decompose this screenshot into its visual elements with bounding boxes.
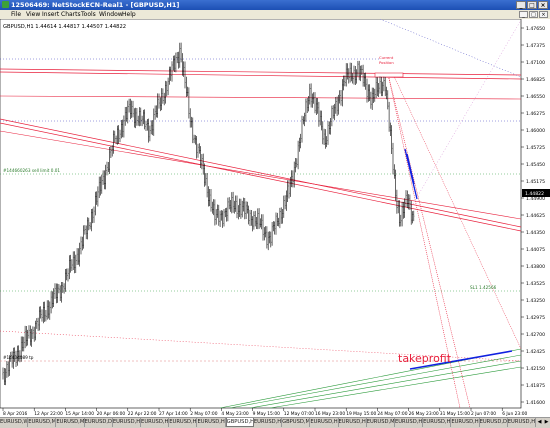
sell-limit-label: #144660263 sell limit 0.01 [3, 168, 60, 173]
price-label: 1.44075 [526, 247, 545, 253]
price-label: 1.41875 [526, 383, 545, 389]
price-label: 1.44350 [526, 230, 545, 236]
menu-file[interactable]: File [11, 11, 21, 18]
price-label: 1.42425 [526, 349, 545, 355]
chart-tab[interactable]: EURUSD,H1 [197, 418, 226, 427]
mdi-close-button[interactable]: × [539, 11, 548, 18]
current-price-label: 1.44822 [525, 191, 544, 197]
price-label: 1.43800 [526, 264, 545, 270]
menu-tools[interactable]: Tools [81, 11, 96, 18]
price-label: 1.47375 [526, 43, 545, 49]
price-label: 1.45175 [526, 179, 545, 185]
price-label: 1.43525 [526, 281, 545, 287]
order-text-bottom: Position [379, 60, 394, 65]
minimize-button[interactable]: _ [516, 1, 526, 9]
takeprofit-label: takeprofit [398, 352, 452, 365]
tab-scroll-right-icon[interactable]: ▶ [543, 418, 550, 427]
price-label: 1.47650 [526, 26, 545, 32]
chart-tab[interactable]: EURUSD,Daily [85, 418, 113, 427]
chart-tabs: EURUSD,WeeklyEURUSD,M15EURUSD,M30EURUSD,… [0, 417, 550, 428]
sl-label: SL1 1.42566 [470, 285, 497, 290]
chart-tab[interactable]: EURUSD,H1 [508, 418, 536, 427]
chart-tab[interactable]: EURUSD,M15 [28, 418, 57, 427]
chart-tab[interactable]: EURUSD,H1 [254, 418, 283, 427]
menu-help[interactable]: Help [122, 11, 136, 18]
chart-tab[interactable]: EURUSD,H1 [310, 418, 339, 427]
mdi-minimize-button[interactable]: _ [519, 11, 528, 18]
price-label: 1.41600 [526, 400, 545, 406]
maximize-button[interactable]: □ [527, 1, 537, 9]
menu-view[interactable]: View [26, 11, 40, 18]
price-label: 1.46825 [526, 77, 545, 83]
chart-tab[interactable]: EURUSD,H1 [169, 418, 198, 427]
chart-header: GBPUSD,H1 1.44614 1.44817 1.44507 1.4482… [3, 24, 126, 30]
price-label: 1.42150 [526, 366, 545, 372]
price-label: 1.42975 [526, 315, 545, 321]
chart-tab[interactable]: EURUSD,Weekly [0, 418, 29, 427]
chart-canvas[interactable]: GBPUSD,H1 1.44614 1.44817 1.44507 1.4482… [0, 19, 550, 417]
order-box [374, 72, 404, 78]
price-label: 1.45450 [526, 162, 545, 168]
close-button[interactable]: × [538, 1, 548, 9]
time-scale[interactable]: 8 Apr 2016 12 Apr 22:00 15 Apr 14:00 20 Apr… [2, 408, 528, 417]
window-title: 12506469: NetStockECN-Real1 - [GBPUSD,H1… [11, 1, 180, 9]
price-label: 1.42700 [526, 332, 545, 338]
menu-window[interactable]: Window [99, 11, 123, 18]
chart-tab[interactable]: GBPUSD,M30 [282, 418, 311, 427]
chart-tab[interactable]: EURUSD,M30 [56, 418, 85, 427]
price-label: 1.43250 [526, 298, 545, 304]
window-titlebar: 12506469: NetStockECN-Real1 - [GBPUSD,H1… [0, 0, 550, 10]
chart-tab[interactable]: EURUSD,M1 [367, 418, 395, 427]
chart-tab[interactable]: EURUSD,H1 [451, 418, 480, 427]
price-chart[interactable]: GBPUSD,H1 1.44614 1.44817 1.44507 1.4482… [0, 19, 550, 417]
price-label: 1.46275 [526, 111, 545, 117]
chart-tab[interactable]: EURUSD,H1 [141, 418, 170, 427]
price-label: 1.45725 [526, 145, 545, 151]
app-icon [2, 1, 9, 8]
chart-tab[interactable]: EURUSD,H1 [339, 418, 367, 427]
chart-tab[interactable]: EURUSD,Daily [480, 418, 508, 427]
price-scale[interactable]: 1.47650 1.47375 1.47100 1.46825 1.46550 1.462… [521, 26, 550, 406]
tab-scroll-left-icon[interactable]: ◀ [536, 418, 543, 427]
price-label: 1.46000 [526, 128, 545, 134]
chart-tab[interactable]: EURUSD,H1 [423, 418, 452, 427]
tp-line-label: #14434089 tp [3, 355, 34, 360]
mdi-restore-button[interactable]: □ [529, 11, 538, 18]
chart-tab[interactable]: EURUSD,H1 [113, 418, 142, 427]
price-label: 1.44625 [526, 213, 545, 219]
price-label: 1.46550 [526, 94, 545, 100]
menu-charts[interactable]: Charts [61, 11, 81, 18]
chart-tab[interactable]: GBPUSD,H1 [225, 418, 254, 427]
menu-insert[interactable]: Insert [42, 11, 59, 18]
price-label: 1.47100 [526, 60, 545, 66]
chart-tab[interactable]: EURUSD,H1 [395, 418, 424, 427]
